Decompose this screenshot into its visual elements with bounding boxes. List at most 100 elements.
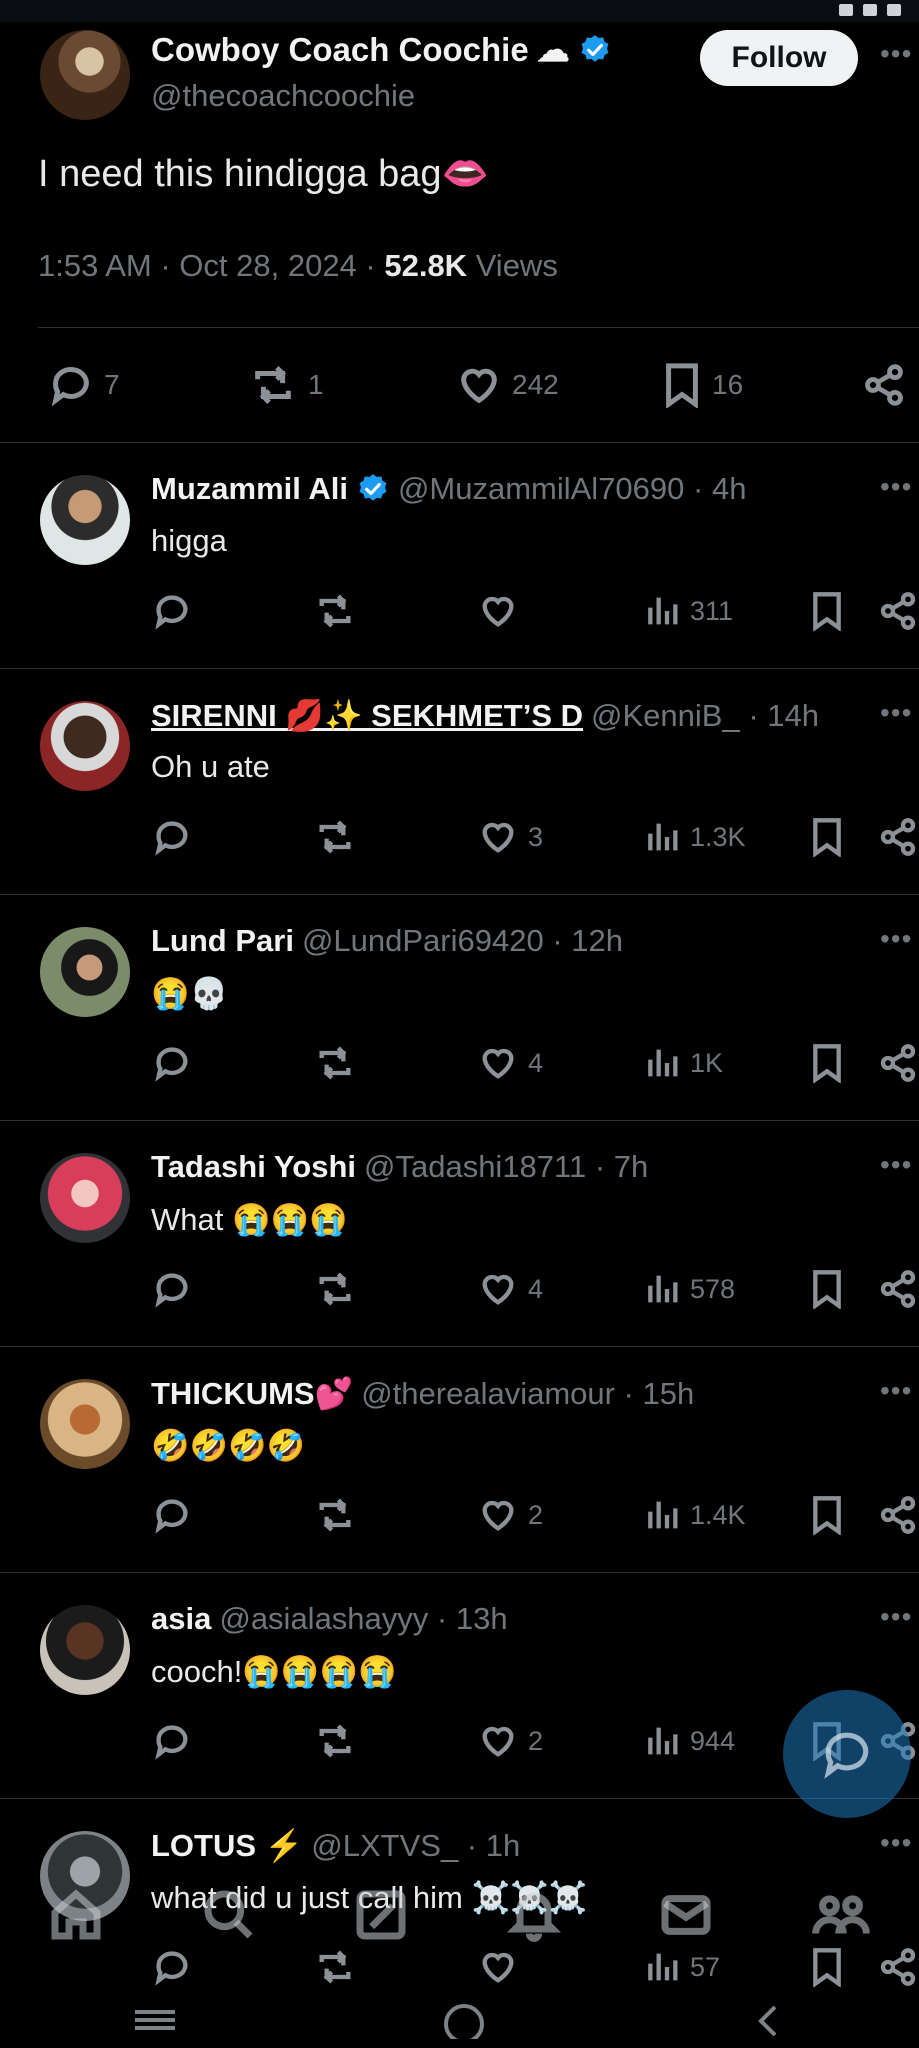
views-count[interactable]: 52.8K <box>384 248 467 283</box>
home-icon[interactable] <box>48 1887 104 1943</box>
home-circle-icon[interactable] <box>439 1999 489 2039</box>
reply-handle[interactable]: @therealaviamour · 15h <box>361 1376 694 1412</box>
communities-icon[interactable] <box>811 1887 871 1943</box>
repost-button[interactable] <box>313 1721 357 1761</box>
views-button[interactable]: 311 <box>644 591 733 631</box>
reply-button[interactable] <box>152 1721 192 1761</box>
reply-author-name[interactable]: Lund Pari <box>151 923 294 959</box>
share-button[interactable] <box>862 362 906 408</box>
reply-author-name[interactable]: THICKUMS💕 <box>151 1375 353 1412</box>
avatar[interactable] <box>40 1605 130 1695</box>
more-icon[interactable]: ••• <box>880 38 912 70</box>
more-icon[interactable]: ••• <box>880 1149 912 1181</box>
author-name[interactable]: Cowboy Coach Coochie ☁ <box>151 30 612 69</box>
avatar[interactable] <box>40 927 130 1017</box>
share-button[interactable] <box>878 1043 918 1083</box>
more-icon[interactable]: ••• <box>880 923 912 955</box>
reply-author-name[interactable]: Tadashi Yoshi <box>151 1149 356 1185</box>
reply-handle[interactable]: @LundPari69420 · 12h <box>302 923 623 959</box>
more-icon[interactable]: ••• <box>880 697 912 729</box>
repost-button[interactable] <box>313 1043 357 1083</box>
bookmark-icon <box>813 1044 841 1083</box>
more-icon[interactable]: ••• <box>880 1375 912 1407</box>
reply-tweet[interactable]: Muzammil Ali @MuzammilAl70690 · 4h ••• higg… <box>0 442 919 668</box>
reply-button[interactable] <box>152 1269 192 1309</box>
reply-header: Muzammil Ali @MuzammilAl70690 · 4h <box>151 471 746 507</box>
follow-button[interactable]: Follow <box>700 30 858 86</box>
views-count: 944 <box>690 1725 736 1756</box>
back-icon[interactable] <box>749 1999 789 2039</box>
like-button[interactable] <box>478 591 528 631</box>
like-button[interactable]: 242 <box>456 362 559 408</box>
repost-button[interactable] <box>313 1495 357 1535</box>
tweet-text: I need this hindigga bag👄 <box>38 153 489 195</box>
like-button[interactable]: 3 <box>478 817 543 857</box>
reply-author-name[interactable]: LOTUS ⚡ <box>151 1827 303 1864</box>
avatar[interactable] <box>40 1379 130 1469</box>
reply-handle[interactable]: @LXTVS_ · 1h <box>311 1828 520 1864</box>
more-icon[interactable]: ••• <box>880 1601 912 1633</box>
repost-button[interactable] <box>313 591 357 631</box>
bookmark-button[interactable] <box>810 1495 844 1535</box>
reply-button[interactable] <box>152 1043 192 1083</box>
repost-button[interactable] <box>313 817 357 857</box>
reply-tweet[interactable]: Lund Pari @LundPari69420 · 12h ••• 😭💀 4 1K <box>0 894 919 1120</box>
recent-apps-icon[interactable] <box>130 2004 180 2034</box>
views-icon <box>648 1049 678 1077</box>
search-icon[interactable] <box>201 1887 257 1943</box>
share-button[interactable] <box>878 591 918 631</box>
reply-text: Oh u ate <box>151 749 270 784</box>
reply-tweet[interactable]: Tadashi Yoshi @Tadashi18711 · 7h ••• What 😭… <box>0 1120 919 1346</box>
avatar[interactable] <box>40 1153 130 1243</box>
bookmark-button[interactable] <box>810 1269 844 1309</box>
views-button[interactable]: 578 <box>644 1269 735 1309</box>
reply-handle[interactable]: @KenniB_ · 14h <box>591 698 819 734</box>
bookmark-button[interactable] <box>810 817 844 857</box>
reply-author-name[interactable]: asia <box>151 1601 211 1637</box>
reply-button[interactable] <box>152 1495 192 1535</box>
share-button[interactable] <box>878 817 918 857</box>
bell-icon[interactable] <box>506 1887 562 1943</box>
like-button[interactable]: 4 <box>478 1043 543 1083</box>
avatar[interactable] <box>40 30 130 120</box>
reply-handle[interactable]: @asialashayyy · 13h <box>219 1601 507 1637</box>
views-button[interactable]: 1.4K <box>644 1495 746 1535</box>
grok-icon[interactable] <box>353 1887 409 1943</box>
share-button[interactable] <box>878 1495 918 1535</box>
reply-actions: 2 944 <box>0 1721 919 1765</box>
compose-reply-button[interactable] <box>783 1690 911 1818</box>
reply-handle[interactable]: @Tadashi18711 · 7h <box>364 1149 648 1185</box>
avatar[interactable] <box>40 701 130 791</box>
more-icon[interactable]: ••• <box>880 1827 912 1859</box>
reply-tweet[interactable]: asia @asialashayyy · 13h ••• cooch!😭😭😭😭 2 944 <box>0 1572 919 1798</box>
views-button[interactable]: 1K <box>644 1043 723 1083</box>
more-icon[interactable]: ••• <box>880 471 912 503</box>
mail-icon[interactable] <box>658 1887 714 1943</box>
reply-handle[interactable]: @MuzammilAl70690 · 4h <box>398 471 747 507</box>
author-handle[interactable]: @thecoachcoochie <box>151 78 415 114</box>
share-button[interactable] <box>878 1269 918 1309</box>
reply-tweet[interactable]: SIRENNI 💋✨ SEKHMET’S D @KenniB_ · 14h ••• O… <box>0 668 919 894</box>
bookmark-button[interactable] <box>810 591 844 631</box>
reply-button[interactable] <box>152 817 192 857</box>
bookmark-button[interactable] <box>810 1043 844 1083</box>
repost-button[interactable]: 1 <box>248 362 324 408</box>
repost-icon <box>319 1498 351 1532</box>
author-name-text[interactable]: Cowboy Coach Coochie <box>151 31 529 69</box>
avatar[interactable] <box>40 475 130 565</box>
heart-icon <box>482 1048 514 1079</box>
reply-tweet[interactable]: THICKUMS💕 @therealaviamour · 15h ••• 🤣🤣🤣🤣 2 1… <box>0 1346 919 1572</box>
like-button[interactable]: 4 <box>478 1269 543 1309</box>
bookmark-button[interactable]: 16 <box>662 362 743 408</box>
reply-button[interactable] <box>152 591 192 631</box>
reply-author-name[interactable]: SIRENNI 💋✨ SEKHMET’S D <box>151 697 583 734</box>
views-button[interactable]: 944 <box>644 1721 735 1761</box>
views-button[interactable]: 1.3K <box>644 817 746 857</box>
reply-author-name[interactable]: Muzammil Ali <box>151 471 348 507</box>
repost-button[interactable] <box>313 1269 357 1309</box>
like-button[interactable]: 2 <box>478 1495 543 1535</box>
reply-text: cooch!😭😭😭😭 <box>151 1654 397 1689</box>
bookmark-icon <box>813 592 841 631</box>
reply-button[interactable]: 7 <box>48 362 120 408</box>
like-button[interactable]: 2 <box>478 1721 543 1761</box>
